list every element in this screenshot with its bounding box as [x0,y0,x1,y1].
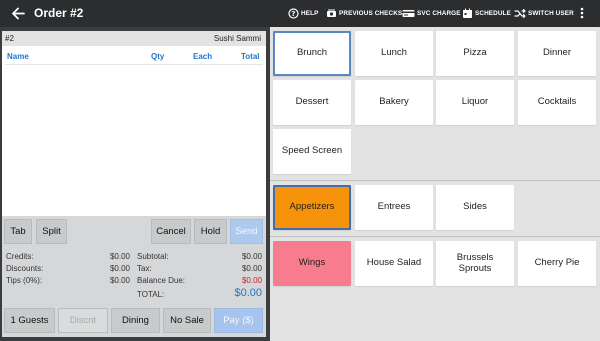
subcategory-sides[interactable]: Sides [436,185,514,230]
switch-user-button[interactable]: SWITCH USER [514,6,574,21]
previous-checks-icon [327,9,336,17]
tax-value: $0.00 [241,264,262,273]
order-number: #2 [5,34,14,43]
tab-button[interactable]: Tab [4,219,32,244]
svc-charge-label: SVC CHARGE [417,10,461,17]
order-header: #2 Sushi Sammi [2,31,266,46]
menu-bakery[interactable]: Bakery [355,80,433,125]
menu-brunch[interactable]: Brunch [273,31,351,76]
total-label: TOTAL: [137,290,165,299]
menu-cocktails[interactable]: Cocktails [518,80,596,125]
help-icon: ? [288,8,299,19]
total-value: $0.00 [234,287,262,299]
tax-label: Tax: [137,264,152,273]
dining-button[interactable]: Dining [111,308,160,333]
discount-button[interactable]: Discnt [58,308,108,333]
menu-dinner[interactable]: Dinner [518,31,596,76]
schedule-icon [463,8,472,18]
section-divider [270,180,600,181]
schedule-button[interactable]: SCHEDULE [462,6,511,21]
menu-dessert[interactable]: Dessert [273,80,351,125]
item-brussels-sprouts[interactable]: Brussels Sprouts [436,241,514,286]
pay-button[interactable]: Pay ($) [214,308,263,333]
send-button[interactable]: Send [230,219,263,244]
subtotal-value: $0.00 [241,252,262,261]
menu-pizza[interactable]: Pizza [436,31,514,76]
help-button[interactable]: ? HELP [288,6,318,21]
credits-value: $0.00 [109,252,130,261]
more-vert-icon[interactable] [578,6,586,20]
item-wings[interactable]: Wings [273,241,351,286]
discounts-label: Discounts: [6,264,44,273]
switch-user-label: SWITCH USER [528,10,574,17]
page-title: Order #2 [34,6,84,20]
split-button[interactable]: Split [36,219,67,244]
column-header-total: Total [241,52,260,61]
column-header-qty: Qty [151,52,165,61]
discounts-value: $0.00 [109,264,130,273]
column-header-each: Each [193,52,213,61]
column-header-name: Name [7,52,29,61]
app-toolbar: Order #2 ? HELP PREVIOUS CHECKS SVC CHAR… [0,0,600,27]
switch-user-icon [514,8,526,19]
previous-checks-label: PREVIOUS CHECKS [339,10,403,17]
no-sale-button[interactable]: No Sale [163,308,211,333]
menu-speed-screen[interactable]: Speed Screen [273,129,351,174]
previous-checks-button[interactable]: PREVIOUS CHECKS [326,6,402,21]
order-footer: Tab Split Cancel Hold Send Credits: $0.0… [2,216,266,337]
tips-value: $0.00 [109,276,130,285]
item-cherry-pie[interactable]: Cherry Pie [518,241,596,286]
service-charge-icon [402,10,415,17]
subtotal-label: Subtotal: [137,252,169,261]
credits-label: Credits: [6,252,34,261]
hold-button[interactable]: Hold [194,219,227,244]
restaurant-name: Sushi Sammi [213,34,261,43]
schedule-label: SCHEDULE [475,10,511,17]
menu-lunch[interactable]: Lunch [355,31,433,76]
tips-label: Tips (0%): [6,276,43,285]
order-panel: #2 Sushi Sammi Name Qty Each Total Tab S… [2,31,266,337]
svg-text:?: ? [291,10,295,18]
header-divider [5,64,263,65]
balance-due-value: $0.00 [241,276,262,285]
menu-liquor[interactable]: Liquor [436,80,514,125]
section-divider [270,236,600,237]
svc-charge-button[interactable]: SVC CHARGE [402,6,461,21]
help-label: HELP [301,10,319,17]
cancel-button[interactable]: Cancel [151,219,191,244]
subcategory-appetizers[interactable]: Appetizers [273,185,351,230]
back-arrow-icon[interactable] [9,5,27,22]
guests-button[interactable]: 1 Guests [4,308,55,333]
subcategory-entrees[interactable]: Entrees [355,185,433,230]
item-house-salad[interactable]: House Salad [355,241,433,286]
balance-due-label: Balance Due: [137,276,186,285]
